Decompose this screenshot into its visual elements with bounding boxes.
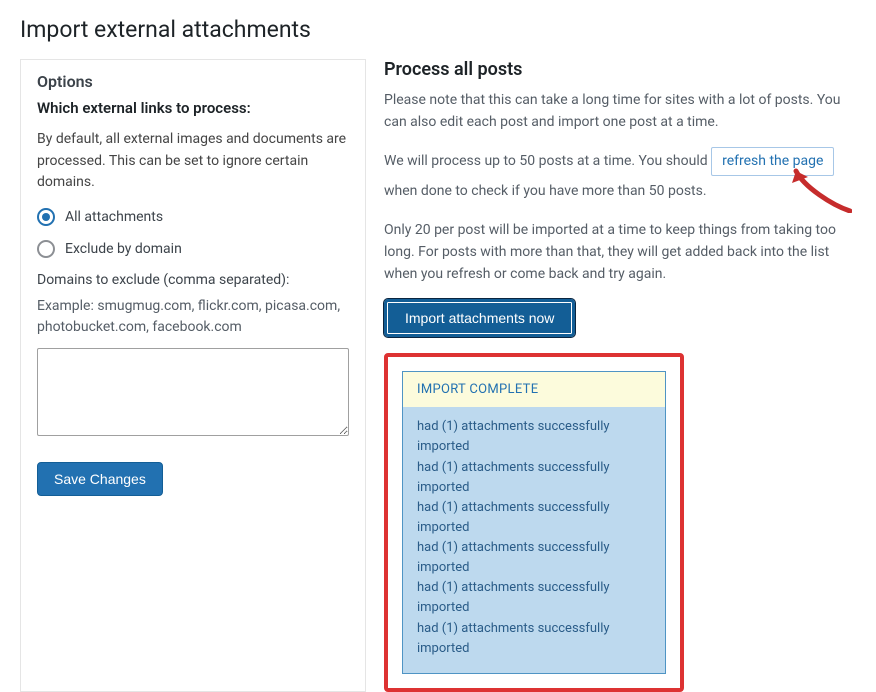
process-heading: Process all posts: [384, 59, 856, 80]
radio-icon: [37, 208, 55, 226]
radio-exclude-by-domain[interactable]: Exclude by domain: [37, 240, 349, 258]
batch-text-pre: We will process up to 50 posts at a time…: [384, 153, 711, 169]
domains-textarea[interactable]: [37, 348, 349, 436]
import-now-button[interactable]: Import attachments now: [384, 299, 575, 337]
result-line: had (1) attachments successfully importe…: [417, 578, 651, 618]
limit-note: Only 20 per post will be imported at a t…: [384, 220, 856, 285]
domains-label: Domains to exclude (comma separated):: [37, 272, 349, 288]
page-title: Import external attachments: [20, 16, 856, 43]
result-box: IMPORT COMPLETE had (1) attachments succ…: [402, 371, 666, 674]
result-header: IMPORT COMPLETE: [403, 372, 665, 407]
refresh-page-button[interactable]: refresh the page: [711, 147, 834, 175]
result-line: had (1) attachments successfully importe…: [417, 538, 651, 578]
process-panel: Process all posts Please note that this …: [384, 59, 856, 692]
result-callout: IMPORT COMPLETE had (1) attachments succ…: [384, 353, 684, 692]
batch-text-post: when done to check if you have more than…: [384, 183, 707, 199]
radio-label: Exclude by domain: [65, 241, 182, 257]
main-layout: Options Which external links to process:…: [20, 59, 856, 692]
result-line: had (1) attachments successfully importe…: [417, 498, 651, 538]
radio-label: All attachments: [65, 209, 163, 225]
options-title: Options: [37, 72, 349, 91]
options-subtitle: Which external links to process:: [37, 99, 349, 117]
result-body: had (1) attachments successfully importe…: [403, 407, 665, 673]
radio-icon: [37, 240, 55, 258]
save-button[interactable]: Save Changes: [37, 462, 163, 496]
batch-info: We will process up to 50 posts at a time…: [384, 147, 856, 206]
result-line: had (1) attachments successfully importe…: [417, 458, 651, 498]
options-panel: Options Which external links to process:…: [20, 59, 366, 692]
domains-example: Example: smugmug.com, flickr.com, picasa…: [37, 296, 349, 338]
result-line: had (1) attachments successfully importe…: [417, 417, 651, 457]
result-line: had (1) attachments successfully importe…: [417, 619, 651, 659]
options-description: By default, all external images and docu…: [37, 129, 349, 194]
process-note: Please note that this can take a long ti…: [384, 90, 856, 133]
radio-all-attachments[interactable]: All attachments: [37, 208, 349, 226]
